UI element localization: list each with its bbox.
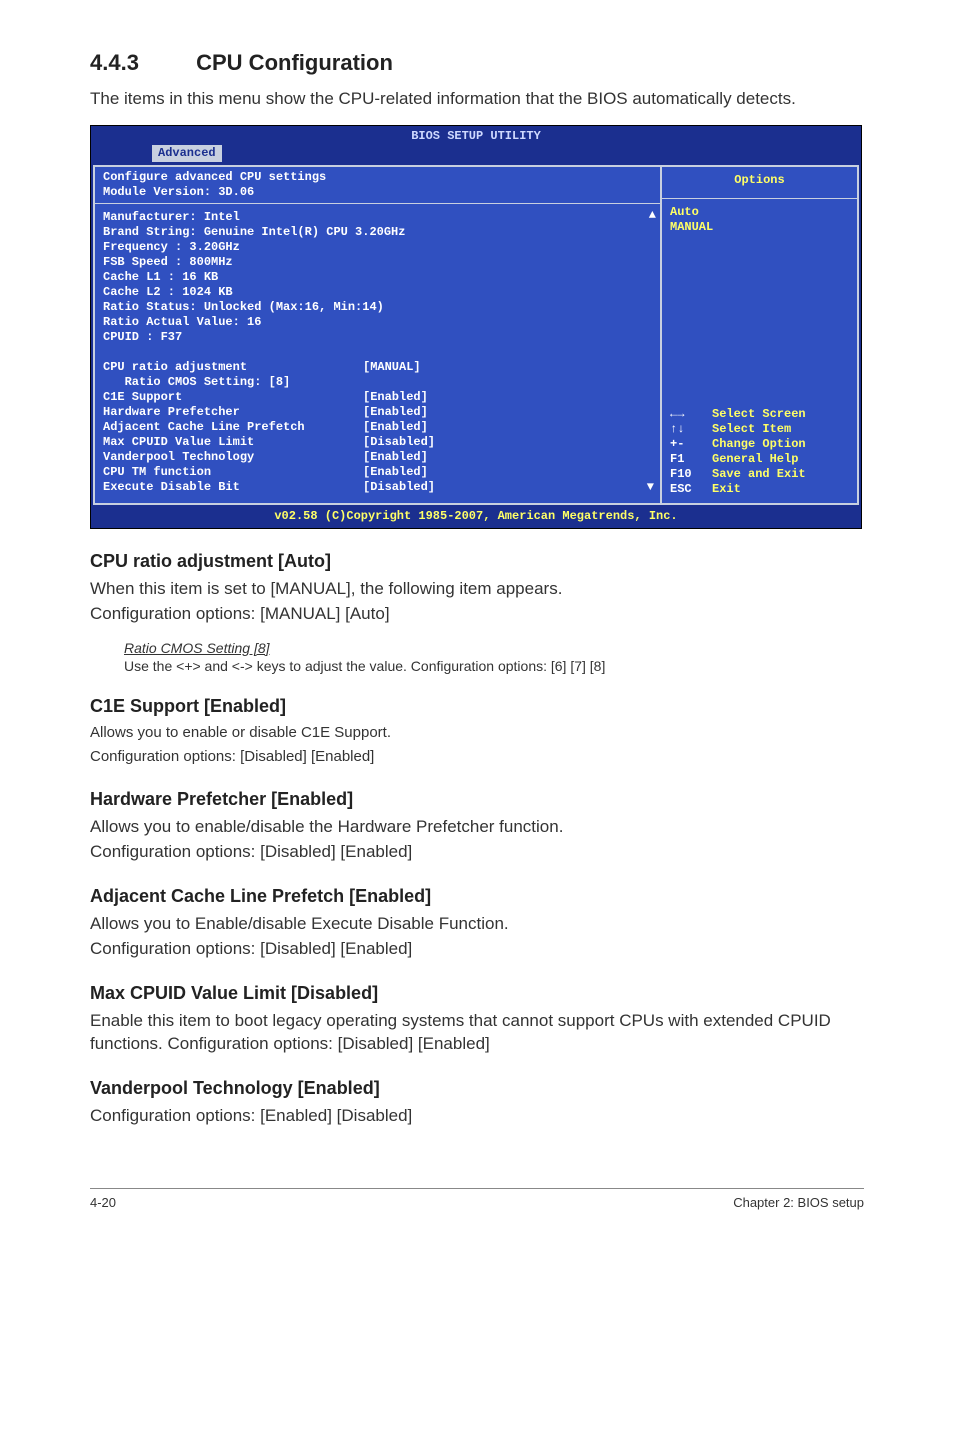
sub-body: Configuration options: [Disabled] [Enabl… bbox=[90, 938, 864, 961]
page-footer: 4-20 Chapter 2: BIOS setup bbox=[90, 1188, 864, 1210]
bios-screenshot: BIOS SETUP UTILITY Advanced Configure ad… bbox=[90, 125, 862, 529]
bios-setting-value: [Enabled] bbox=[363, 390, 428, 405]
help-text: Change Option bbox=[712, 437, 806, 452]
bios-setting-label: Ratio CMOS Setting: [8] bbox=[103, 375, 363, 390]
scroll-up-icon: ▲ bbox=[649, 208, 656, 223]
section-intro: The items in this menu show the CPU-rela… bbox=[90, 88, 864, 111]
bios-setting-row[interactable]: Hardware Prefetcher [Enabled] bbox=[103, 405, 652, 420]
help-row: F1General Help bbox=[670, 452, 849, 467]
bios-info-line: Manufacturer: Intel bbox=[103, 210, 652, 225]
bios-setting-label: CPU TM function bbox=[103, 465, 363, 480]
bios-setting-row[interactable]: Vanderpool Technology [Enabled] bbox=[103, 450, 652, 465]
bios-tab-advanced[interactable]: Advanced bbox=[151, 144, 223, 163]
help-row: F10Save and Exit bbox=[670, 467, 849, 482]
bios-copyright: v02.58 (C)Copyright 1985-2007, American … bbox=[91, 507, 861, 528]
bios-setting-value: [Enabled] bbox=[363, 465, 428, 480]
section-heading: 4.4.3 CPU Configuration bbox=[90, 50, 864, 76]
bios-setting-row[interactable]: Ratio CMOS Setting: [8] bbox=[103, 375, 652, 390]
bios-setting-label: Execute Disable Bit bbox=[103, 480, 363, 495]
bios-setting-value: [Enabled] bbox=[363, 450, 428, 465]
bios-setting-value: [Enabled] bbox=[363, 420, 428, 435]
help-row: ESCExit bbox=[670, 482, 849, 497]
bios-info-line: Frequency : 3.20GHz bbox=[103, 240, 652, 255]
sub-body: Allows you to enable or disable C1E Supp… bbox=[90, 723, 864, 743]
sub-heading-hw-prefetch: Hardware Prefetcher [Enabled] bbox=[90, 789, 864, 810]
sub-body: Allows you to enable/disable the Hardwar… bbox=[90, 816, 864, 839]
bios-info-line: Ratio Status: Unlocked (Max:16, Min:14) bbox=[103, 300, 652, 315]
bios-setting-label: Max CPUID Value Limit bbox=[103, 435, 363, 450]
bios-tabs: Advanced bbox=[91, 144, 861, 165]
bios-title: BIOS SETUP UTILITY bbox=[91, 126, 861, 144]
sub-heading-adj-cache: Adjacent Cache Line Prefetch [Enabled] bbox=[90, 886, 864, 907]
bios-setting-value: [MANUAL] bbox=[363, 360, 421, 375]
bios-setting-row[interactable]: CPU TM function [Enabled] bbox=[103, 465, 652, 480]
bios-option: MANUAL bbox=[670, 220, 849, 235]
help-key: ←→ bbox=[670, 407, 712, 422]
section-number: 4.4.3 bbox=[90, 50, 190, 76]
bios-setting-row[interactable]: Max CPUID Value Limit [Disabled] bbox=[103, 435, 652, 450]
sub-heading-vanderpool: Vanderpool Technology [Enabled] bbox=[90, 1078, 864, 1099]
sub-body: Configuration options: [Enabled] [Disabl… bbox=[90, 1105, 864, 1128]
bios-setting-row[interactable]: C1E Support [Enabled] bbox=[103, 390, 652, 405]
help-key: ESC bbox=[670, 482, 712, 497]
bios-setting-value: [Enabled] bbox=[363, 405, 428, 420]
help-row: ↑↓Select Item bbox=[670, 422, 849, 437]
bios-info-line: FSB Speed : 800MHz bbox=[103, 255, 652, 270]
help-text: Select Screen bbox=[712, 407, 806, 422]
bios-info-line: Ratio Actual Value: 16 bbox=[103, 315, 652, 330]
bios-module-version: Module Version: 3D.06 bbox=[103, 185, 652, 200]
bios-info-line: Cache L2 : 1024 KB bbox=[103, 285, 652, 300]
bios-info-line: CPUID : F37 bbox=[103, 330, 652, 345]
chapter-label: Chapter 2: BIOS setup bbox=[733, 1195, 864, 1210]
bios-option: Auto bbox=[670, 205, 849, 220]
ratio-cmos-body: Use the <+> and <-> keys to adjust the v… bbox=[124, 658, 864, 674]
section-title-text: CPU Configuration bbox=[196, 50, 393, 75]
sub-heading-c1e: C1E Support [Enabled] bbox=[90, 696, 864, 717]
ratio-cmos-block: Ratio CMOS Setting [8] Use the <+> and <… bbox=[124, 640, 864, 674]
bios-help-panel: Auto MANUAL ←→Select Screen ↑↓Select Ite… bbox=[662, 199, 857, 503]
bios-left-body: ▲ Manufacturer: Intel Brand String: Genu… bbox=[95, 204, 660, 503]
bios-setting-label: Adjacent Cache Line Prefetch bbox=[103, 420, 363, 435]
sub-body: Configuration options: [Disabled] [Enabl… bbox=[90, 747, 864, 767]
help-row: ←→Select Screen bbox=[670, 407, 849, 422]
bios-setting-label: CPU ratio adjustment bbox=[103, 360, 363, 375]
bios-setting-row[interactable]: CPU ratio adjustment [MANUAL] bbox=[103, 360, 652, 375]
help-text: Select Item bbox=[712, 422, 791, 437]
page-number: 4-20 bbox=[90, 1195, 116, 1210]
bios-setting-value: [Disabled] bbox=[363, 435, 435, 450]
sub-body: When this item is set to [MANUAL], the f… bbox=[90, 578, 864, 601]
bios-options-header: Options bbox=[662, 167, 857, 199]
sub-body: Configuration options: [Disabled] [Enabl… bbox=[90, 841, 864, 864]
help-key: F1 bbox=[670, 452, 712, 467]
sub-body: Configuration options: [MANUAL] [Auto] bbox=[90, 603, 864, 626]
bios-setting-label: Vanderpool Technology bbox=[103, 450, 363, 465]
sub-heading-cpu-ratio: CPU ratio adjustment [Auto] bbox=[90, 551, 864, 572]
bios-setting-row[interactable]: Execute Disable Bit [Disabled] ▼ bbox=[103, 480, 652, 495]
bios-setting-label: Hardware Prefetcher bbox=[103, 405, 363, 420]
help-row: +-Change Option bbox=[670, 437, 849, 452]
help-key: ↑↓ bbox=[670, 422, 712, 437]
help-text: General Help bbox=[712, 452, 798, 467]
bios-left-header: Configure advanced CPU settings Module V… bbox=[95, 167, 660, 204]
bios-setting-value: [Disabled] bbox=[363, 480, 435, 495]
bios-setting-label: C1E Support bbox=[103, 390, 363, 405]
ratio-cmos-title: Ratio CMOS Setting [8] bbox=[124, 640, 864, 656]
bios-info-line: Brand String: Genuine Intel(R) CPU 3.20G… bbox=[103, 225, 652, 240]
bios-configure-line: Configure advanced CPU settings bbox=[103, 170, 652, 185]
sub-body: Enable this item to boot legacy operatin… bbox=[90, 1010, 864, 1056]
scroll-down-icon: ▼ bbox=[647, 480, 654, 495]
sub-body: Allows you to Enable/disable Execute Dis… bbox=[90, 913, 864, 936]
bios-info-line: Cache L1 : 16 KB bbox=[103, 270, 652, 285]
sub-heading-max-cpuid: Max CPUID Value Limit [Disabled] bbox=[90, 983, 864, 1004]
help-key: +- bbox=[670, 437, 712, 452]
bios-setting-row[interactable]: Adjacent Cache Line Prefetch [Enabled] bbox=[103, 420, 652, 435]
help-key: F10 bbox=[670, 467, 712, 482]
help-text: Exit bbox=[712, 482, 741, 497]
help-text: Save and Exit bbox=[712, 467, 806, 482]
